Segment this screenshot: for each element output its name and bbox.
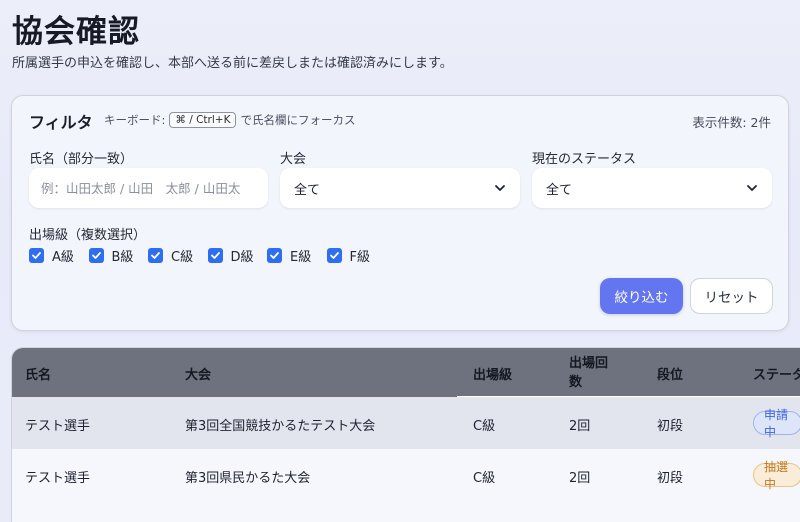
name-filter-label: 氏名（部分一致） <box>29 152 134 167</box>
cell-rank: 初段 <box>657 471 684 486</box>
header-status[interactable]: ステータス <box>753 364 800 383</box>
grade-option-label: D級 <box>230 250 254 265</box>
cell-rank: 初段 <box>657 419 684 434</box>
checkbox-checked-icon[interactable] <box>207 248 223 263</box>
header-count-line2: 数 <box>569 375 583 390</box>
cell-name: テスト選手 <box>25 471 91 486</box>
keyboard-shortcut-key: ⌘ / Ctrl+K <box>169 112 237 128</box>
grade-option-label: E級 <box>290 250 312 265</box>
page-description: 所属選手の申込を確認し、本部へ送る前に差戻しまたは確認済みにします。 <box>12 56 453 71</box>
table-row[interactable]: テスト選手 第3回全国競技かるたテスト大会 C級 2回 初段 申請中 <box>12 397 800 449</box>
cell-count: 2回 <box>569 471 591 486</box>
status-badge: 抽選中 <box>753 460 800 491</box>
chevron-down-icon <box>747 185 757 191</box>
tournament-filter-label: 大会 <box>280 152 307 167</box>
filter-title: フィルタ <box>29 113 93 132</box>
grade-option-b[interactable]: B級 <box>88 246 149 265</box>
grade-option-a[interactable]: A級 <box>29 246 89 265</box>
cell-tournament: 第3回県民かるた大会 <box>185 471 311 486</box>
result-count: 表示件数: 2件 <box>692 115 771 130</box>
table-header: 氏名 大会 出場級 出場回 数 段位 ステータス <box>12 348 800 397</box>
name-search-input[interactable] <box>29 168 268 208</box>
header-tournament[interactable]: 大会 <box>185 364 211 383</box>
filter-panel: フィルタ キーボード: ⌘ / Ctrl+K で氏名欄にフォーカス 表示件数: … <box>11 95 789 331</box>
grade-option-label: B級 <box>111 250 134 265</box>
cell-count: 2回 <box>569 419 591 434</box>
grade-option-e[interactable]: E級 <box>267 246 327 265</box>
table-row[interactable]: テスト選手 第3回県民かるた大会 C級 2回 初段 抽選中 <box>12 449 800 501</box>
header-grade[interactable]: 出場級 <box>473 364 512 383</box>
grade-option-label: A級 <box>52 250 74 265</box>
header-count[interactable]: 出場回 数 <box>569 354 608 392</box>
keyboard-hint-suffix: で氏名欄にフォーカス <box>240 113 356 127</box>
tournament-select[interactable]: 全て <box>280 168 520 208</box>
reset-filter-button[interactable]: リセット <box>690 278 773 314</box>
apply-filter-button[interactable]: 絞り込む <box>600 278 683 314</box>
keyboard-hint-prefix: キーボード: <box>104 113 166 127</box>
keyboard-hint: キーボード: ⌘ / Ctrl+K で氏名欄にフォーカス <box>104 112 355 128</box>
entries-table: 氏名 大会 出場級 出場回 数 段位 ステータス テスト選手 第3回全国競技かる… <box>11 347 800 522</box>
checkbox-checked-icon[interactable] <box>29 248 44 263</box>
grade-checkbox-group: A級 B級 C級 D級 E級 F級 <box>29 246 386 265</box>
status-filter-label: 現在のステータス <box>532 152 637 167</box>
checkbox-checked-icon[interactable] <box>148 248 163 263</box>
grade-option-label: C級 <box>171 250 194 265</box>
status-select-value: 全て <box>546 182 573 198</box>
tournament-select-value: 全て <box>294 182 321 198</box>
checkbox-checked-icon[interactable] <box>267 248 282 263</box>
grade-option-label: F級 <box>349 250 370 265</box>
grade-option-d[interactable]: D級 <box>207 246 268 265</box>
page-title: 協会確認 <box>12 14 140 50</box>
grade-option-f[interactable]: F級 <box>326 246 387 265</box>
grade-option-c[interactable]: C級 <box>148 246 208 265</box>
chevron-down-icon <box>495 185 505 191</box>
cell-tournament: 第3回全国競技かるたテスト大会 <box>185 419 376 434</box>
status-select[interactable]: 全て <box>532 168 772 208</box>
cell-name: テスト選手 <box>25 419 91 434</box>
checkbox-checked-icon[interactable] <box>326 248 342 263</box>
cell-grade: C級 <box>473 419 496 434</box>
header-count-line1: 出場回 <box>569 356 609 371</box>
cell-grade: C級 <box>473 471 496 486</box>
header-name[interactable]: 氏名 <box>25 364 51 383</box>
grade-filter-label: 出場級（複数選択） <box>29 228 147 243</box>
status-badge: 申請中 <box>753 408 800 439</box>
checkbox-checked-icon[interactable] <box>88 248 104 263</box>
header-rank[interactable]: 段位 <box>657 364 683 383</box>
